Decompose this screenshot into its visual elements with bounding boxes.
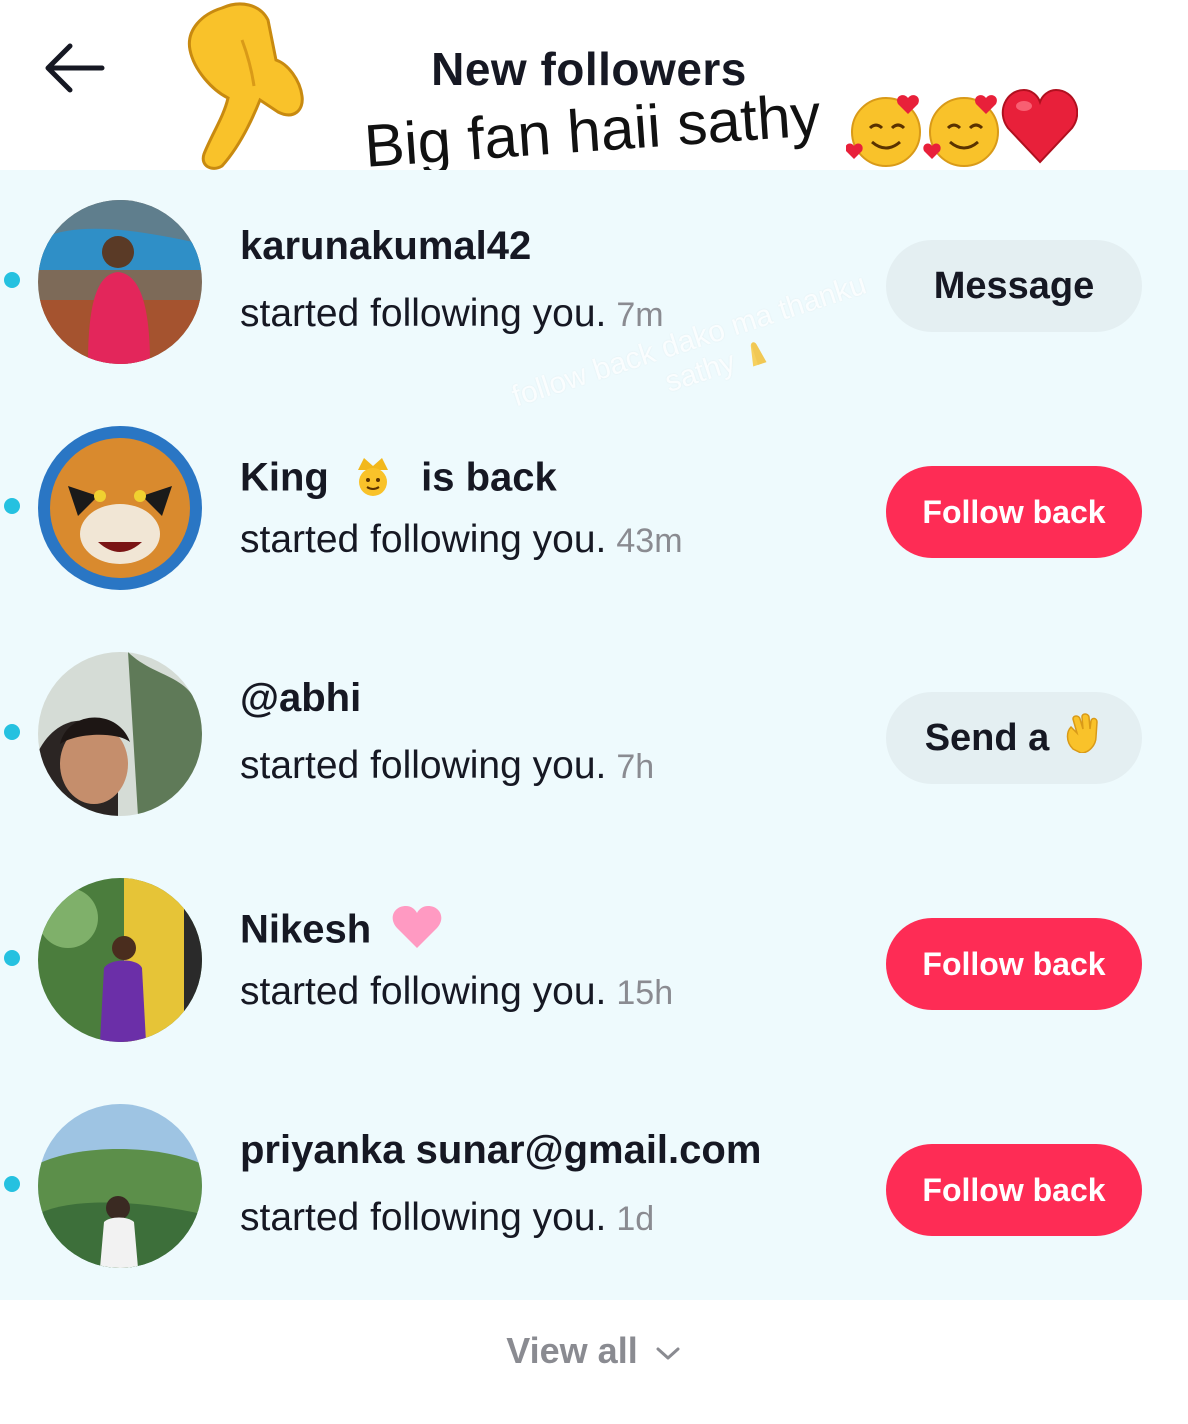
follower-time: 43m — [616, 522, 683, 560]
follower-activity: started following you. 7h — [240, 744, 655, 787]
followers-list: karunakumal42 started following you. 7m M… — [0, 170, 1188, 1300]
waving-hand-icon — [1063, 713, 1103, 763]
follower-name[interactable]: King is back — [240, 452, 557, 508]
follow-back-button[interactable]: Follow back — [886, 466, 1142, 558]
follow-back-button[interactable]: Follow back — [886, 1144, 1142, 1236]
caption-emojis — [845, 84, 1079, 168]
follower-name[interactable]: @abhi — [240, 676, 361, 721]
follower-time: 7m — [616, 296, 664, 334]
follower-name[interactable]: Nikesh — [240, 904, 442, 960]
follower-activity: started following you. 7m — [240, 292, 664, 335]
pink-heart-icon — [392, 904, 442, 960]
message-button[interactable]: Message — [886, 240, 1142, 332]
follower-time: 1d — [616, 1200, 655, 1238]
red-heart-icon — [1001, 88, 1079, 164]
chevron-down-icon — [656, 1347, 680, 1360]
list-item[interactable]: @abhi started following you. 7h Send a — [0, 648, 1188, 874]
send-wave-button[interactable]: Send a — [886, 692, 1142, 784]
avatar[interactable] — [38, 878, 202, 1042]
unread-dot — [4, 498, 20, 514]
smiling-face-with-hearts-icon — [923, 95, 999, 167]
follower-time: 7h — [616, 748, 655, 786]
follower-activity: started following you. 15h — [240, 970, 674, 1013]
list-item[interactable]: King is back started following you. 43m F… — [0, 422, 1188, 648]
crown-person-icon — [350, 452, 396, 508]
follower-name[interactable]: karunakumal42 — [240, 224, 531, 269]
list-item[interactable]: priyanka sunar@gmail.com started followi… — [0, 1100, 1188, 1326]
avatar[interactable] — [38, 200, 202, 364]
follow-back-button[interactable]: Follow back — [886, 918, 1142, 1010]
avatar[interactable] — [38, 1104, 202, 1268]
unread-dot — [4, 950, 20, 966]
follower-activity: started following you. 1d — [240, 1196, 655, 1239]
unread-dot — [4, 272, 20, 288]
smiling-face-with-hearts-icon — [845, 95, 921, 167]
header: New followers Big fan haii sathy — [0, 0, 1188, 180]
unread-dot — [4, 724, 20, 740]
list-item[interactable]: Nikesh started following you. 15h Follow … — [0, 874, 1188, 1100]
follower-activity: started following you. 43m — [240, 518, 683, 561]
follower-name[interactable]: priyanka sunar@gmail.com — [240, 1128, 761, 1173]
footer: View all — [0, 1300, 1188, 1424]
avatar[interactable] — [38, 426, 202, 590]
follower-time: 15h — [616, 974, 674, 1012]
avatar[interactable] — [38, 652, 202, 816]
view-all-button[interactable]: View all — [0, 1330, 1188, 1372]
unread-dot — [4, 1176, 20, 1192]
